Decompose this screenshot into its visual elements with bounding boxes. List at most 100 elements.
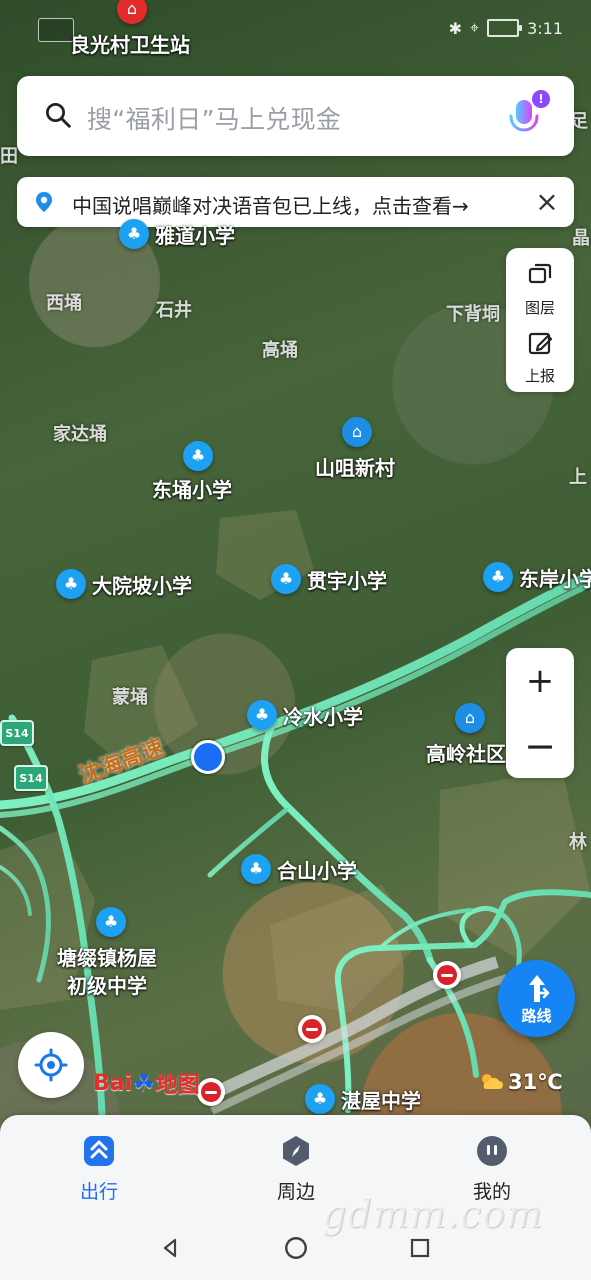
poi-label: 大院坡小学	[92, 573, 192, 598]
back-icon	[163, 1238, 177, 1258]
compass-icon	[283, 1136, 309, 1166]
school-icon: ♣	[119, 219, 149, 249]
highway-sign-top: S14	[0, 720, 34, 746]
search-icon	[46, 103, 71, 128]
brand-text: Bai	[93, 1070, 133, 1096]
layers-icon	[526, 261, 554, 293]
highway-sign-bottom: S14	[14, 765, 48, 791]
map-side-panel: 图层 上报	[506, 248, 574, 392]
recents-icon	[410, 1238, 430, 1258]
route-label: 路线	[521, 1007, 552, 1025]
area-label-xiyong: 西埇	[46, 293, 82, 314]
school-icon: ♣	[247, 700, 277, 730]
nav-tab-travel[interactable]: 出行	[49, 1133, 149, 1204]
search-placeholder: 搜“福利日”马上兑现金	[87, 105, 342, 134]
poi-label-tangzhui-line2[interactable]: 初级中学	[67, 970, 147, 999]
poi-heshan-school[interactable]: ♣ 合山小学	[241, 854, 357, 884]
travel-icon	[84, 1136, 114, 1166]
zoom-controls: + −	[506, 648, 574, 778]
weather-widget[interactable]: 31℃	[478, 1070, 563, 1094]
temperature: 31℃	[508, 1070, 563, 1094]
edge-label-right-2: 晶	[572, 228, 590, 249]
layers-button[interactable]: 图层	[506, 254, 574, 324]
report-label: 上报	[524, 366, 555, 385]
watermark-text: gdmm.com	[322, 1192, 543, 1236]
location-pin-icon	[36, 192, 52, 212]
zoom-in-button[interactable]: +	[506, 648, 574, 713]
residential-icon: ⌂	[342, 417, 372, 447]
edge-label-right-4: 林	[569, 832, 587, 853]
poi-label-clinic[interactable]: 良光村卫生站	[70, 29, 190, 58]
status-time: 3:11	[527, 18, 563, 38]
area-label-xiabeidong: 下背垌	[446, 304, 500, 325]
status-bar-right: ✱ ⌖ 3:11	[449, 18, 563, 38]
poi-label: 贯宇小学	[307, 568, 387, 593]
poi-dongyong-school[interactable]: ♣	[183, 441, 213, 471]
poi-label: 冷水小学	[283, 704, 363, 729]
school-icon: ♣	[483, 562, 513, 592]
poi-zhanwu-school[interactable]: ♣ 湛屋中学	[305, 1084, 421, 1114]
school-icon: ♣	[183, 441, 213, 471]
school-icon: ♣	[241, 854, 271, 884]
poi-guanyu-school[interactable]: ♣ 贯宇小学	[271, 564, 387, 594]
area-label-jiadayong: 家达埇	[53, 424, 107, 445]
school-icon: ♣	[56, 569, 86, 599]
brand-logo: Bai ☘ 地图	[93, 1067, 200, 1099]
status-bar-left-icon	[38, 18, 74, 42]
poi-lengshui-school[interactable]: ♣ 冷水小学	[247, 700, 363, 730]
battery-icon	[487, 19, 523, 37]
paw-icon: ☘	[133, 1069, 155, 1097]
poi-label-dongyong-school[interactable]: 东埇小学	[152, 474, 232, 503]
poi-label-gaoling-community[interactable]: 高岭社区	[426, 738, 506, 767]
brand-suffix: 地图	[155, 1073, 200, 1098]
recents-button[interactable]	[405, 1233, 435, 1263]
report-button[interactable]: 上报	[506, 322, 574, 392]
school-icon: ♣	[271, 564, 301, 594]
area-label-mengyong: 蒙埇	[112, 687, 148, 708]
school-icon: ♣	[96, 907, 126, 937]
locate-button[interactable]	[18, 1032, 84, 1098]
poi-tangzhui-school[interactable]: ♣	[96, 907, 126, 937]
poi-label: 合山小学	[277, 858, 357, 883]
poi-yadao-school[interactable]: ♣ 雅道小学	[119, 219, 235, 249]
edge-label-left-1: 田	[0, 146, 18, 167]
back-button[interactable]	[155, 1233, 185, 1263]
road-closed-icon[interactable]	[433, 961, 461, 989]
road-closed-icon[interactable]	[298, 1015, 326, 1043]
crosshair-icon	[34, 1048, 68, 1082]
voice-badge: !	[532, 90, 550, 108]
current-location-marker[interactable]	[191, 740, 225, 774]
road-closed-icon[interactable]	[197, 1078, 225, 1106]
area-label-shijing: 石井	[156, 300, 192, 321]
close-icon[interactable]: ×	[534, 185, 560, 218]
nav-label-nearby: 周边	[276, 1181, 315, 1203]
poi-gaoling-community[interactable]: ⌂	[455, 703, 485, 733]
search-bar[interactable]: 搜“福利日”马上兑现金 !	[17, 76, 574, 156]
poi-clinic-top[interactable]: ⌂	[117, 0, 147, 24]
poi-label-shanjuxincun[interactable]: 山咀新村	[315, 452, 395, 481]
location-status-icon: ⌖	[470, 18, 480, 37]
clinic-icon: ⌂	[117, 0, 147, 24]
poi-dongan-school[interactable]: ♣ 东岸小学	[483, 562, 591, 592]
community-icon: ⌂	[455, 703, 485, 733]
poi-label-tangzhui-line1[interactable]: 塘缀镇杨屋	[57, 942, 157, 971]
edit-icon	[526, 329, 554, 361]
area-label-gaoyong: 高埇	[262, 340, 298, 361]
bluetooth-icon: ✱	[448, 18, 463, 38]
profile-icon	[477, 1136, 507, 1166]
home-icon	[285, 1237, 307, 1259]
poi-dayuanpo-school[interactable]: ♣ 大院坡小学	[56, 569, 192, 599]
poi-shanjuxincun[interactable]: ⌂	[342, 417, 372, 447]
announcement-banner[interactable]: 中国说唱巅峰对决语音包已上线，点击查看→ ×	[17, 177, 574, 227]
zoom-out-button[interactable]: −	[506, 713, 574, 778]
partly-cloudy-icon	[482, 1074, 503, 1089]
nav-label-travel: 出行	[79, 1181, 118, 1203]
poi-label: 湛屋中学	[341, 1088, 421, 1113]
edge-label-right-3: 上	[569, 467, 587, 488]
poi-label: 东岸小学	[519, 566, 591, 591]
announcement-text[interactable]: 中国说唱巅峰对决语音包已上线，点击查看→	[72, 190, 469, 219]
route-arrow-icon	[528, 975, 549, 1002]
home-button[interactable]	[281, 1233, 311, 1263]
poi-label: 雅道小学	[155, 223, 235, 248]
route-button[interactable]: 路线	[498, 960, 575, 1037]
